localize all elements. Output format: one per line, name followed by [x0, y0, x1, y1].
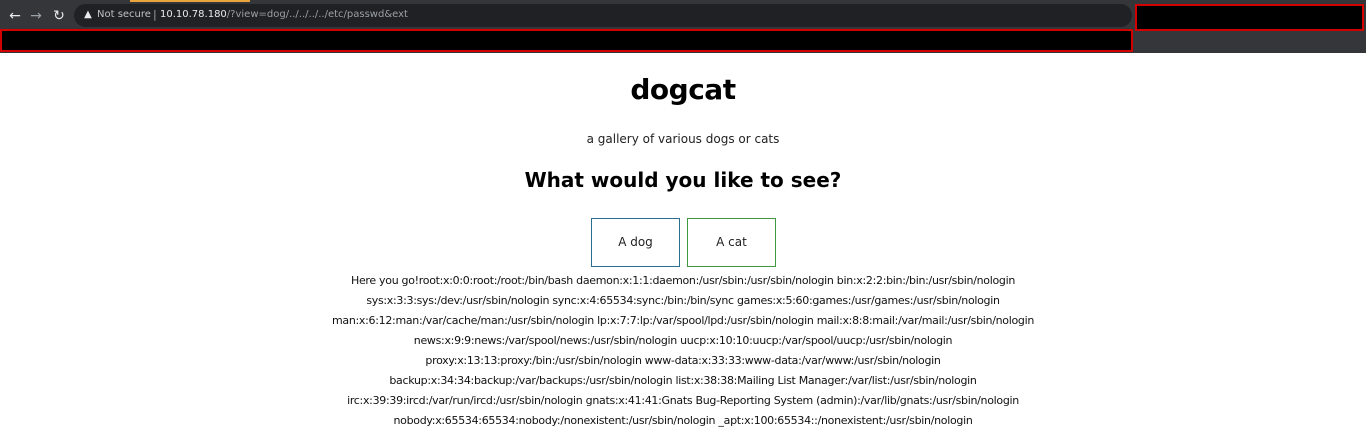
output-line: news:x:9:9:news:/var/spool/news:/usr/sbi…: [413, 334, 953, 347]
cat-button[interactable]: A cat: [687, 218, 776, 267]
url-text[interactable]: 10.10.78.180/?view=dog/../../../../etc/p…: [160, 8, 408, 22]
redacted-region: [1135, 4, 1364, 31]
output-line: sys:x:3:3:sys:/dev:/usr/sbin/nologin syn…: [366, 294, 1000, 307]
included-file-output: Here you go!root:x:0:0:root:/root:/bin/b…: [300, 271, 1066, 431]
url-host: 10.10.78.180: [160, 9, 227, 20]
reload-icon[interactable]: ↻: [50, 7, 68, 25]
question-heading: What would you like to see?: [524, 168, 842, 192]
output-line: proxy:x:13:13:proxy:/bin:/usr/sbin/nolog…: [425, 354, 941, 367]
address-bar[interactable]: ▲ Not secure | 10.10.78.180/?view=dog/..…: [74, 4, 1132, 27]
output-line: man:x:6:12:man:/var/cache/man:/usr/sbin/…: [331, 314, 1035, 327]
url-path: /?view=dog/../../../../etc/passwd&ext: [226, 9, 408, 20]
output-line: irc:x:39:39:ircd:/var/run/ircd:/usr/sbin…: [347, 394, 1019, 407]
redacted-bookmarks-bar: [0, 29, 1133, 52]
url-separator: |: [153, 8, 157, 21]
arrow-left-icon[interactable]: ←: [6, 7, 24, 25]
output-line: backup:x:34:34:backup:/var/backups:/usr/…: [389, 374, 977, 387]
output-line: Here you go!root:x:0:0:root:/root:/bin/b…: [350, 274, 1016, 287]
page-content: dogcat a gallery of various dogs or cats…: [0, 53, 1366, 444]
output-line: nobody:x:65534:65534:nobody:/nonexistent…: [393, 414, 973, 427]
warning-icon[interactable]: ▲: [82, 8, 94, 22]
active-tab-indicator: [130, 0, 250, 2]
page-title: dogcat: [630, 73, 736, 106]
arrow-right-icon[interactable]: →: [27, 7, 45, 25]
page-subtitle: a gallery of various dogs or cats: [586, 132, 780, 146]
browser-toolbar: ← → ↻ ▲ Not secure | 10.10.78.180/?view=…: [0, 0, 1366, 53]
security-status[interactable]: Not secure: [97, 8, 151, 22]
dog-button[interactable]: A dog: [591, 218, 680, 267]
